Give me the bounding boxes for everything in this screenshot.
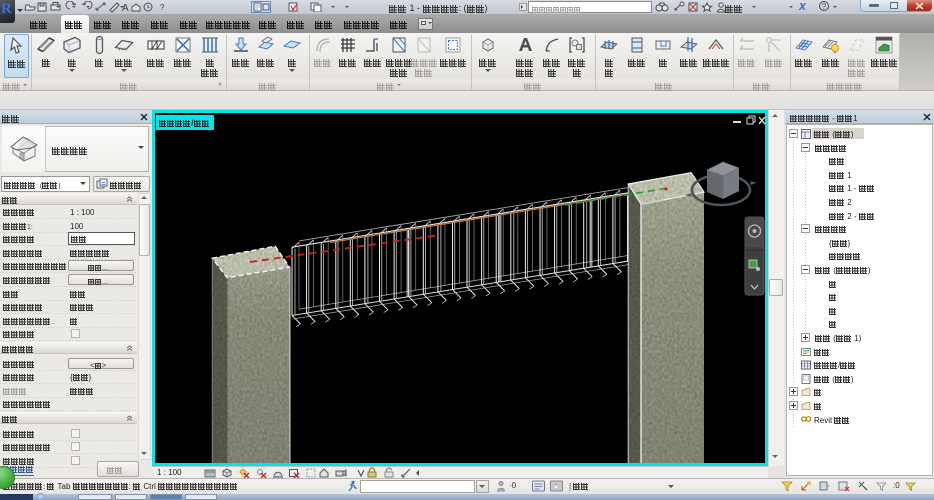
svg-text:A: A	[122, 3, 129, 13]
svg-text:?: ?	[160, 3, 165, 12]
